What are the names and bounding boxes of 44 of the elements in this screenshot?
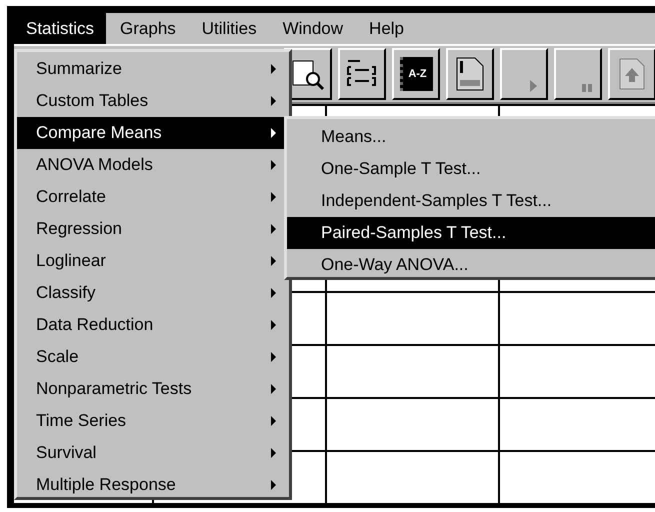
submenu-arrow-icon (271, 96, 277, 106)
menu-title[interactable]: Help (357, 13, 416, 44)
menu-title[interactable]: Graphs (108, 13, 188, 44)
menu-item[interactable]: Independent-Samples T Test... (287, 185, 655, 217)
submenu-arrow-icon (271, 256, 277, 266)
menu-item[interactable]: Classify (17, 277, 289, 309)
submenu-arrow-icon (271, 160, 277, 170)
submenu-arrow-icon (271, 320, 277, 330)
toolbar-button[interactable] (608, 48, 655, 100)
menu-item[interactable]: Scale (17, 341, 289, 373)
menu-item[interactable]: One-Way ANOVA... (287, 249, 655, 281)
toolbar-button[interactable] (338, 48, 386, 100)
menu-title[interactable]: Window (270, 13, 356, 44)
submenu-arrow-icon (271, 64, 277, 74)
submenu-arrow-icon (271, 384, 277, 394)
menu-title[interactable]: Utilities (190, 13, 269, 44)
submenu-arrow-icon (271, 352, 277, 362)
submenu-arrow-icon (271, 224, 277, 234)
book-icon: A-Z (400, 57, 432, 92)
toolbar-button[interactable]: A-Z (392, 48, 440, 100)
menu-item[interactable]: Nonparametric Tests (17, 373, 289, 405)
menu-item[interactable]: Survival (17, 437, 289, 469)
toolbar-button[interactable] (446, 48, 494, 100)
play-icon (530, 80, 538, 92)
submenu-arrow-icon (271, 192, 277, 202)
document-icon (455, 56, 485, 92)
menu-item[interactable]: Means... (287, 121, 655, 153)
submenu-arrow-icon (271, 128, 277, 138)
submenu-arrow-icon (271, 416, 277, 426)
submenu-arrow-icon (271, 448, 277, 458)
menu-item[interactable]: Custom Tables (17, 85, 289, 117)
menu-title[interactable]: Statistics (14, 13, 106, 44)
menu-item[interactable]: Summarize (17, 53, 289, 85)
submenu-arrow-icon (271, 288, 277, 298)
menu-item[interactable]: Data Reduction (17, 309, 289, 341)
upload-document-icon (617, 56, 647, 92)
menu-item[interactable]: Time Series (17, 405, 289, 437)
menu-item[interactable]: Paired-Samples T Test... (287, 217, 655, 249)
toolbar-button[interactable] (500, 48, 548, 100)
menu-item[interactable]: One-Sample T Test... (287, 153, 655, 185)
toolbar-button[interactable] (554, 48, 602, 100)
submenu-arrow-icon (271, 480, 277, 490)
pause-icon (582, 84, 592, 92)
menu-item[interactable]: Multiple Response (17, 469, 289, 501)
